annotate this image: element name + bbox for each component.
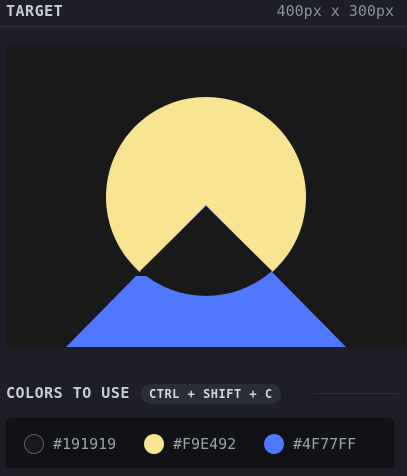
colors-section-header: COLORS TO USE CTRL + SHIFT + C [6, 382, 407, 406]
color-palette: #191919 #F9E492 #4F77FF [6, 418, 394, 468]
color-swatch-yellow[interactable]: #F9E492 [144, 433, 236, 455]
color-hex-label[interactable]: #191919 [53, 435, 116, 453]
target-image [6, 47, 406, 347]
color-dot-blue[interactable] [264, 434, 284, 454]
color-swatch-dark[interactable]: #191919 [24, 433, 116, 455]
target-header: TARGET 400px x 300px [0, 0, 407, 27]
copy-colors-shortcut-badge: CTRL + SHIFT + C [141, 384, 281, 404]
color-swatch-blue[interactable]: #4F77FF [264, 433, 356, 455]
color-hex-label[interactable]: #F9E492 [173, 435, 236, 453]
target-title: TARGET [6, 2, 64, 20]
target-svg [6, 47, 406, 347]
color-dot-yellow[interactable] [144, 434, 164, 454]
section-divider [314, 393, 399, 394]
target-dimensions: 400px x 300px [276, 2, 394, 20]
color-hex-label[interactable]: #4F77FF [293, 435, 356, 453]
colors-title: COLORS TO USE [6, 384, 130, 402]
color-dot-dark[interactable] [24, 434, 44, 454]
